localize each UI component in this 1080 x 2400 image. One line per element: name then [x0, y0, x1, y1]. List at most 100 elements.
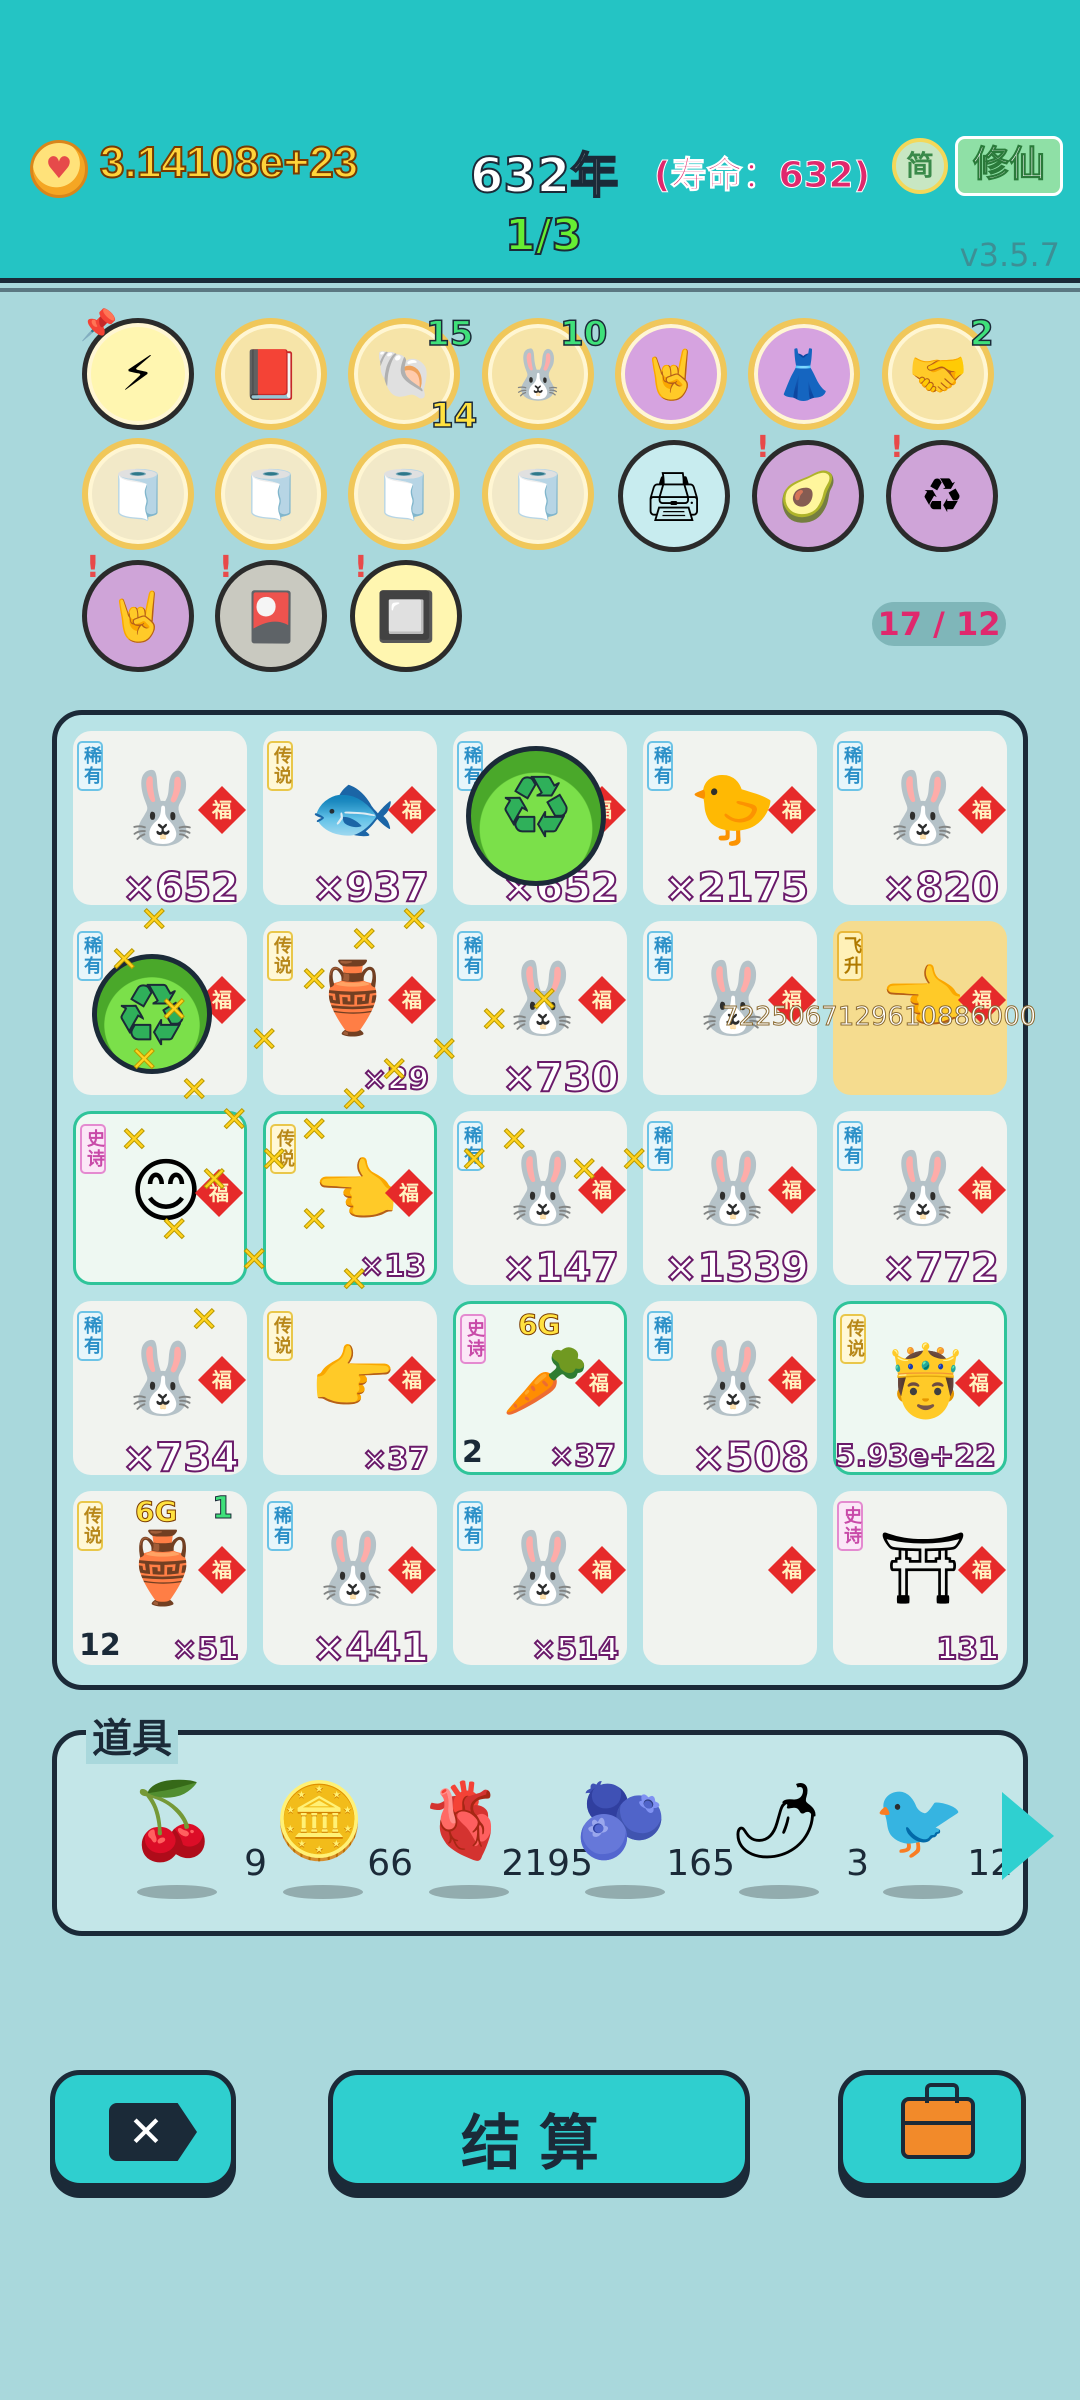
board-cell[interactable]: 史诗 6G 🥕 福 2 ×37 — [453, 1301, 627, 1475]
cell-count: ×147 — [501, 1244, 620, 1292]
inventory-button[interactable] — [838, 2070, 1026, 2188]
alert-icon: ! — [86, 550, 100, 585]
rarity-tag: 飞升 — [837, 931, 863, 981]
top-bar: 3.14108e+23 632年 (寿命：632) 简 修仙 1/3 v3.5.… — [0, 0, 1080, 292]
tissue-box-icon[interactable]: 🧻 — [482, 438, 594, 550]
lifespan-display: (寿命：632) — [653, 155, 871, 197]
cell-count: ×514 — [530, 1631, 620, 1668]
board-cell[interactable]: 稀有 🐰 福 ×1339 — [643, 1111, 817, 1292]
cell-count: ×37 — [361, 1441, 430, 1478]
cell-count: ×1339 — [663, 1244, 810, 1292]
coin-heart-icon — [30, 140, 88, 198]
rarity-tag: 史诗 — [80, 1124, 106, 1174]
cell-level: 12 — [79, 1628, 121, 1663]
item-shadow — [739, 1885, 819, 1899]
white-bird-icon: 🐦 — [873, 1778, 966, 1864]
time-magazine-icon[interactable]: 📕 — [215, 318, 327, 430]
alert-icon: ! — [756, 430, 770, 465]
board-cell[interactable]: 稀有 🐰 福 ×734 — [73, 1301, 247, 1482]
item-bird[interactable]: 🐦 12 — [867, 1775, 1013, 1915]
board-cell[interactable]: 传说 👈 福 ×13 — [263, 1111, 437, 1285]
tissue-box-icon[interactable]: 🧻 — [82, 438, 194, 550]
item-lychee[interactable]: 🍒 9 — [121, 1775, 267, 1915]
fu-charm-icon: 福 — [767, 1165, 817, 1215]
board-cell[interactable]: 稀有 🐰 福 ×508 — [643, 1301, 817, 1482]
board-cell[interactable]: 稀有 🐰 福 ×772 — [833, 1111, 1007, 1292]
board-cell[interactable]: 稀有 🐰 福 ×730 — [453, 921, 627, 1102]
bunny-sprite: 🐰 — [499, 957, 587, 1039]
cell-count: ×13 — [358, 1248, 427, 1285]
chili-icon: 🌶 — [729, 1778, 823, 1864]
pin-icon: 📌 — [80, 308, 118, 343]
board-cell[interactable]: 稀有 🐰 福 ×652 — [73, 731, 247, 912]
cell-count: 5.93e+22 — [834, 1438, 997, 1475]
exit-button[interactable]: ✕ — [50, 2070, 236, 2188]
rarity-tag: 稀有 — [647, 741, 673, 791]
rock-hand-icon[interactable]: 🤘 — [615, 318, 727, 430]
items-section-title: 道具 — [86, 1706, 178, 1764]
rarity-tag: 稀有 — [457, 1501, 483, 1551]
board-cell[interactable]: 传说 🏺 福 ×29 — [263, 921, 437, 1098]
alert-icon: ! — [890, 430, 904, 465]
board-cell[interactable]: 传说 🤴 福 5.93e+22 — [833, 1301, 1007, 1475]
fu-charm-icon: 福 — [767, 785, 817, 835]
board-cell[interactable]: 传说 👉 福 ×37 — [263, 1301, 437, 1478]
item-blueberry[interactable]: 🫐 165 — [569, 1775, 735, 1915]
board-cell[interactable]: 稀有 🐰 福 ×441 — [263, 1491, 437, 1672]
pointing-hand-sprite: 👈 — [879, 957, 967, 1039]
board-cell[interactable]: 稀有 🐰 福 ×147 — [453, 1111, 627, 1292]
rarity-tag: 传说 — [267, 741, 293, 791]
cultivate-button[interactable]: 修仙 — [955, 136, 1063, 196]
rarity-tag: 史诗 — [460, 1314, 486, 1364]
cell-big-number: 7225067129610886000 — [721, 1002, 1037, 1033]
item-chili[interactable]: 🌶 3 — [723, 1775, 869, 1915]
cell-count: ×2175 — [663, 864, 810, 912]
tissue-box-icon[interactable]: 🧻 — [348, 438, 460, 550]
printer-warning-icon[interactable]: 🖨 — [618, 440, 730, 552]
board-cell[interactable]: 稀有 🐤 福 ×2175 — [643, 731, 817, 912]
fu-charm-icon: 福 — [957, 1545, 1007, 1595]
cell-count: ×37 — [548, 1438, 617, 1475]
bunny-sprite: 🐰 — [689, 957, 777, 1039]
settle-button-label: 结算 — [461, 2109, 617, 2179]
fu-charm-icon: 福 — [384, 1168, 434, 1218]
coin-balance: 3.14108e+23 — [99, 137, 359, 188]
items-next-arrow-icon[interactable] — [1002, 1792, 1054, 1880]
settle-button[interactable]: 结算 — [328, 2070, 750, 2188]
item-shadow — [429, 1885, 509, 1899]
board-cell[interactable]: 史诗 ⛩ 福 131 — [833, 1491, 1007, 1668]
chick-sprite: 🐤 — [689, 767, 777, 849]
jade-vase-sprite: 🏺 — [119, 1527, 207, 1609]
cell-count: ×820 — [881, 864, 1000, 912]
bunny-sprite: 🐰 — [309, 1527, 397, 1609]
board-cell[interactable]: 传说 6G 1 🏺 福 12 ×51 — [73, 1491, 247, 1668]
bunny-shrine-sprite: ⛩ — [878, 1527, 968, 1609]
bunny-sprite: 🐰 — [499, 1527, 587, 1609]
fu-charm-icon: 福 — [387, 975, 437, 1025]
cell-count: ×730 — [501, 1054, 620, 1102]
rarity-tag: 稀有 — [647, 1121, 673, 1171]
rarity-tag: 稀有 — [647, 931, 673, 981]
item-coin[interactable]: 🪙 66 — [267, 1775, 413, 1915]
alert-icon: ! — [219, 550, 233, 585]
simplified-chinese-button[interactable]: 简 — [892, 138, 948, 194]
fu-charm-icon: 福 — [954, 1358, 1004, 1408]
item-quantity: 66 — [367, 1843, 413, 1884]
fu-charm-icon: 福 — [577, 1165, 627, 1215]
item-liver[interactable]: 🫀 2195 — [413, 1775, 593, 1915]
cell-level: 2 — [462, 1435, 483, 1470]
rarity-tag: 稀有 — [837, 1121, 863, 1171]
board-cell-empty[interactable]: 福 — [643, 1491, 817, 1665]
pointing-hand-sprite: 👉 — [309, 1337, 397, 1419]
board-cell[interactable]: 传说 🐟 福 ×937 — [263, 731, 437, 912]
fu-charm-icon: 福 — [957, 785, 1007, 835]
skirt-icon[interactable]: 👗 — [748, 318, 860, 430]
cell-count: ×29 — [361, 1061, 430, 1098]
board-cell[interactable]: 史诗 😊 福 — [73, 1111, 247, 1285]
fu-charm-icon: 福 — [197, 1355, 247, 1405]
item-shadow — [137, 1885, 217, 1899]
bunny-sprite: 🐰 — [689, 1147, 777, 1229]
tissue-box-icon[interactable]: 🧻 — [215, 438, 327, 550]
board-cell[interactable]: 稀有 🐰 福 ×514 — [453, 1491, 627, 1668]
board-cell[interactable]: 稀有 🐰 福 ×820 — [833, 731, 1007, 912]
